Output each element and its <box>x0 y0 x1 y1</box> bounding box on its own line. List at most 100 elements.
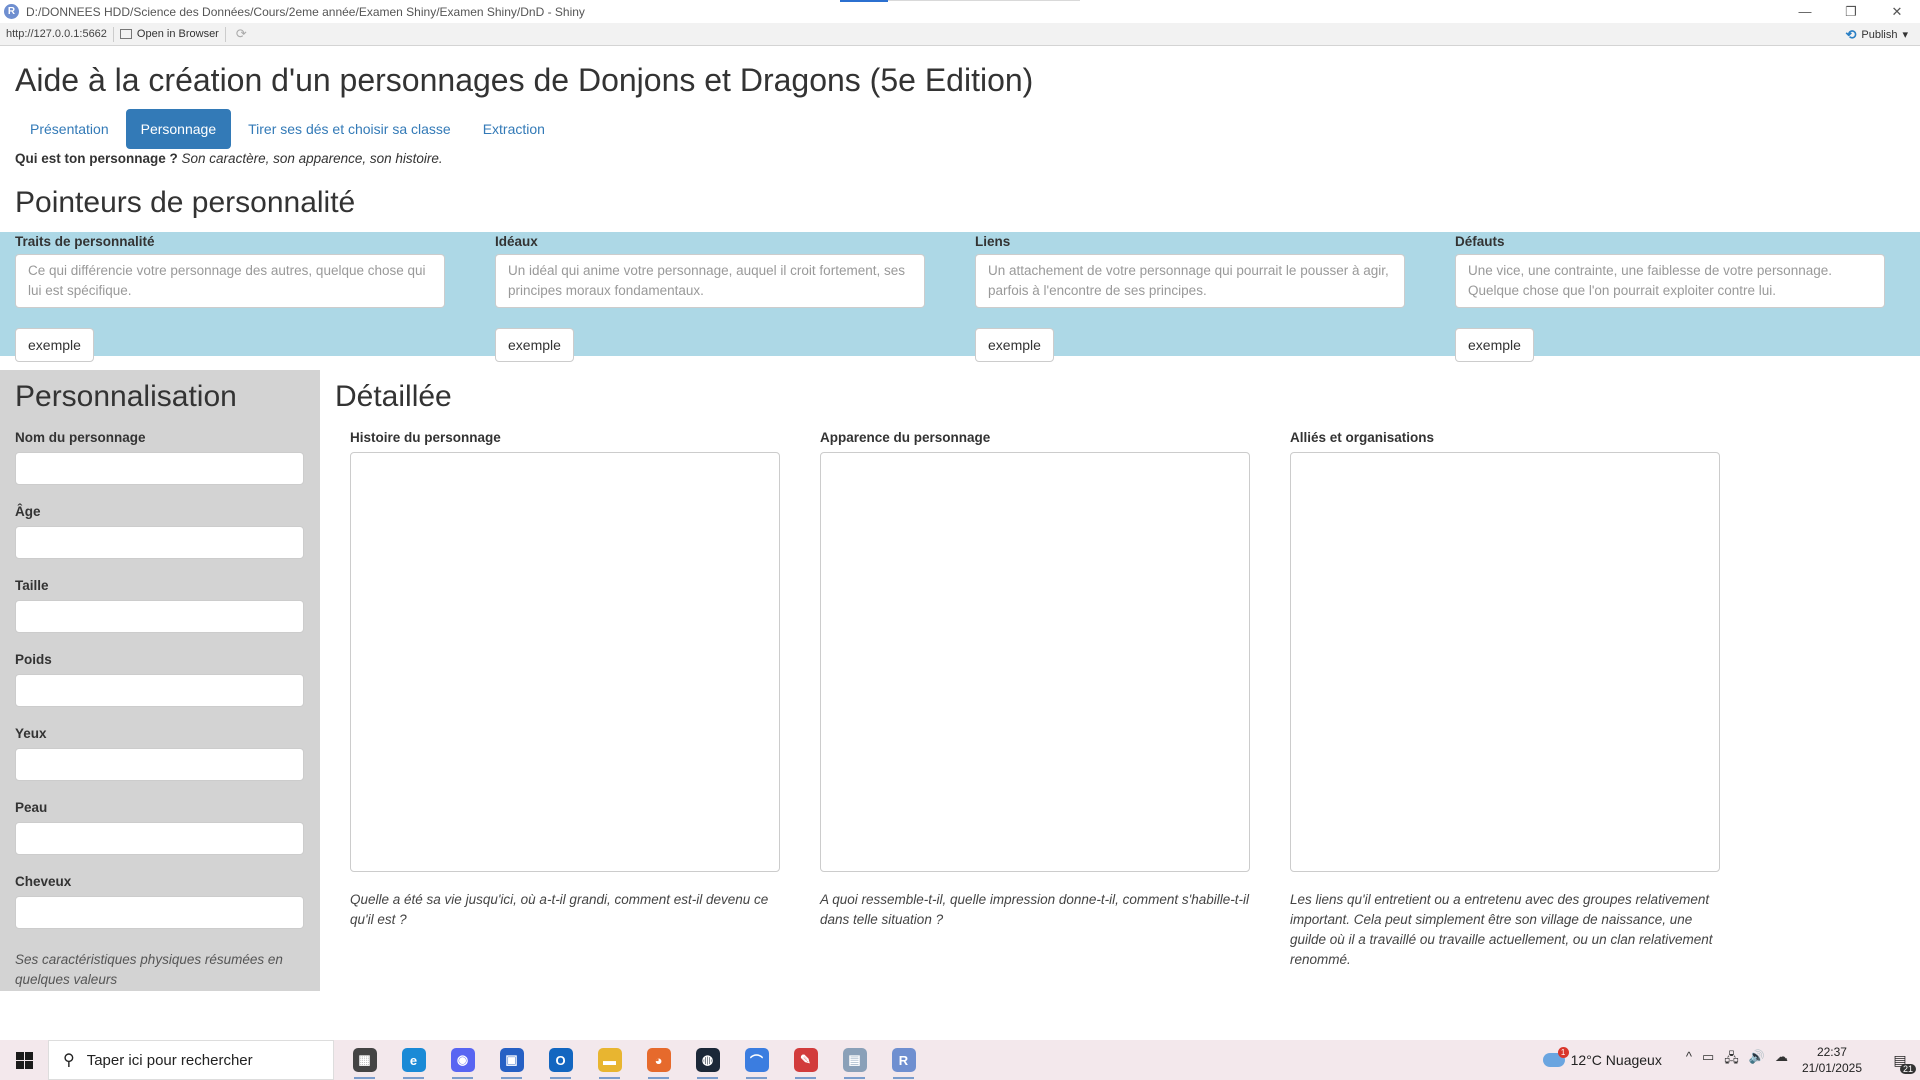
taskbar-app-discord[interactable]: ◉ <box>438 1040 487 1080</box>
steam-icon: ◍ <box>695 1048 720 1072</box>
system-tray: 1 12°C Nuageux ^ ▭ 🖧 🔊 ☁ 22:37 21/01/202… <box>1542 1040 1920 1080</box>
traits-textarea[interactable] <box>15 254 445 308</box>
store-icon: ▣ <box>499 1048 524 1072</box>
windows-logo-icon <box>15 1051 33 1069</box>
poids-input[interactable] <box>15 674 304 707</box>
tab-des-classe[interactable]: Tirer ses dés et choisir sa classe <box>233 109 466 149</box>
tab-extraction[interactable]: Extraction <box>468 109 560 149</box>
window-titlebar: R D:/DONNEES HDD/Science des Données/Cou… <box>0 0 1920 23</box>
detail-apparence: Apparence du personnage A quoi ressemble… <box>820 430 1260 930</box>
search-icon: ⚲ <box>63 1052 75 1069</box>
rstudio-alt-icon: ✎ <box>793 1048 818 1072</box>
onedrive-icon[interactable]: ☁ <box>1775 1049 1788 1071</box>
weather-widget[interactable]: 1 12°C Nuageux <box>1542 1047 1662 1068</box>
defauts-textarea[interactable] <box>1455 254 1885 308</box>
publish-button[interactable]: ⟲ Publish ▾ <box>1845 23 1908 46</box>
titlebar-divider <box>888 0 1080 1</box>
pointer-label: Liens <box>975 234 1011 249</box>
taskbar-search[interactable]: ⚲ Taper ici pour rechercher <box>48 1040 334 1080</box>
nom-input[interactable] <box>15 452 304 485</box>
taskbar-app-store[interactable]: ▣ <box>487 1040 536 1080</box>
toolbar-divider <box>224 26 226 42</box>
taskbar-app-outlook[interactable]: O <box>536 1040 585 1080</box>
taskbar-app-file-explorer[interactable]: ▬ <box>585 1040 634 1080</box>
running-indicator <box>795 1077 816 1079</box>
device-icon[interactable]: ▭ <box>1702 1049 1714 1071</box>
liens-example-button[interactable]: exemple <box>975 328 1054 362</box>
age-input[interactable] <box>15 526 304 559</box>
histoire-textarea[interactable] <box>350 452 780 872</box>
refresh-icon[interactable]: ⟳ <box>236 26 247 42</box>
field-peau: Peau <box>15 800 304 855</box>
chevron-up-icon[interactable]: ^ <box>1686 1049 1692 1071</box>
volume-icon[interactable]: 🔊 <box>1749 1049 1765 1071</box>
running-indicator <box>844 1077 865 1079</box>
field-age: Âge <box>15 504 304 559</box>
arc-icon: ⌒ <box>744 1048 769 1072</box>
liens-textarea[interactable] <box>975 254 1405 308</box>
running-indicator <box>697 1077 718 1079</box>
clock-date: 21/01/2025 <box>1801 1061 1862 1075</box>
nav-tabs: Présentation Personnage Tirer ses dés et… <box>15 109 562 149</box>
detail-histoire: Histoire du personnage Quelle a été sa v… <box>350 430 790 930</box>
tab-presentation[interactable]: Présentation <box>15 109 124 149</box>
clock[interactable]: 22:37 21/01/2025 <box>1802 1044 1862 1076</box>
running-indicator <box>452 1077 473 1079</box>
network-icon[interactable]: 🖧 <box>1724 1049 1739 1071</box>
pointers-title: Pointeurs de personnalité <box>15 186 356 219</box>
detail-label: Apparence du personnage <box>820 430 991 445</box>
page-title: Aide à la création d'un personnages de D… <box>15 62 1034 98</box>
pointers-panel: Traits de personnalité exemple Idéaux ex… <box>0 232 1920 362</box>
restore-icon[interactable]: ❐ <box>1828 0 1874 23</box>
intro-question: Qui est ton personnage ? <box>15 151 178 166</box>
peau-input[interactable] <box>15 822 304 855</box>
running-indicator <box>599 1077 620 1079</box>
intro-description: Son caractère, son apparence, son histoi… <box>181 151 443 166</box>
r-logo-icon: R <box>4 4 19 19</box>
notification-count: 21 <box>1899 1064 1916 1074</box>
detail-label: Histoire du personnage <box>350 430 501 445</box>
taskbar-app-images[interactable]: ▤ <box>830 1040 879 1080</box>
detail-help: A quoi ressemble-t-il, quelle impression… <box>820 892 1249 927</box>
cheveux-input[interactable] <box>15 896 304 929</box>
allies-textarea[interactable] <box>1290 452 1720 872</box>
close-icon[interactable]: ✕ <box>1874 0 1920 23</box>
field-cheveux: Cheveux <box>15 874 304 929</box>
defauts-example-button[interactable]: exemple <box>1455 328 1534 362</box>
start-button[interactable] <box>0 1040 48 1080</box>
tab-personnage[interactable]: Personnage <box>125 109 232 149</box>
field-yeux: Yeux <box>15 726 304 781</box>
task-view-icon: ▦ <box>352 1048 377 1072</box>
pointer-label: Idéaux <box>495 234 538 249</box>
taille-input[interactable] <box>15 600 304 633</box>
detail-help: Les liens qu'il entretient ou a entreten… <box>1290 892 1713 967</box>
field-nom: Nom du personnage <box>15 430 304 485</box>
field-label: Taille <box>15 578 49 593</box>
traits-example-button[interactable]: exemple <box>15 328 94 362</box>
yeux-input[interactable] <box>15 748 304 781</box>
taskbar-app-rstudio-alt[interactable]: ✎ <box>781 1040 830 1080</box>
window-title: D:/DONNEES HDD/Science des Données/Cours… <box>26 4 585 19</box>
minimize-icon[interactable]: — <box>1782 0 1828 23</box>
taskbar-app-firefox[interactable]: ◕ <box>634 1040 683 1080</box>
apparence-textarea[interactable] <box>820 452 1250 872</box>
ideaux-example-button[interactable]: exemple <box>495 328 574 362</box>
publish-label: Publish <box>1861 28 1898 41</box>
personnalisation-sidebar: Personnalisation Nom du personnage Âge T… <box>0 370 320 991</box>
taskbar-app-task-view[interactable]: ▦ <box>340 1040 389 1080</box>
toolbar-divider <box>112 26 114 42</box>
notification-button[interactable]: ▤ 21 <box>1880 1040 1920 1080</box>
search-placeholder: Taper ici pour rechercher <box>86 1051 253 1069</box>
taskbar-app-steam[interactable]: ◍ <box>683 1040 732 1080</box>
open-in-browser-button[interactable]: Open in Browser <box>119 28 219 40</box>
ideaux-textarea[interactable] <box>495 254 925 308</box>
taskbar-app-arc[interactable]: ⌒ <box>732 1040 781 1080</box>
detail-label: Alliés et organisations <box>1290 430 1435 445</box>
field-label: Peau <box>15 800 48 815</box>
field-taille: Taille <box>15 578 304 633</box>
chevron-down-icon: ▾ <box>1902 29 1908 41</box>
taskbar-app-edge[interactable]: e <box>389 1040 438 1080</box>
file-explorer-icon: ▬ <box>597 1048 622 1072</box>
taskbar-app-r[interactable]: R <box>879 1040 928 1080</box>
field-label: Cheveux <box>15 874 72 889</box>
